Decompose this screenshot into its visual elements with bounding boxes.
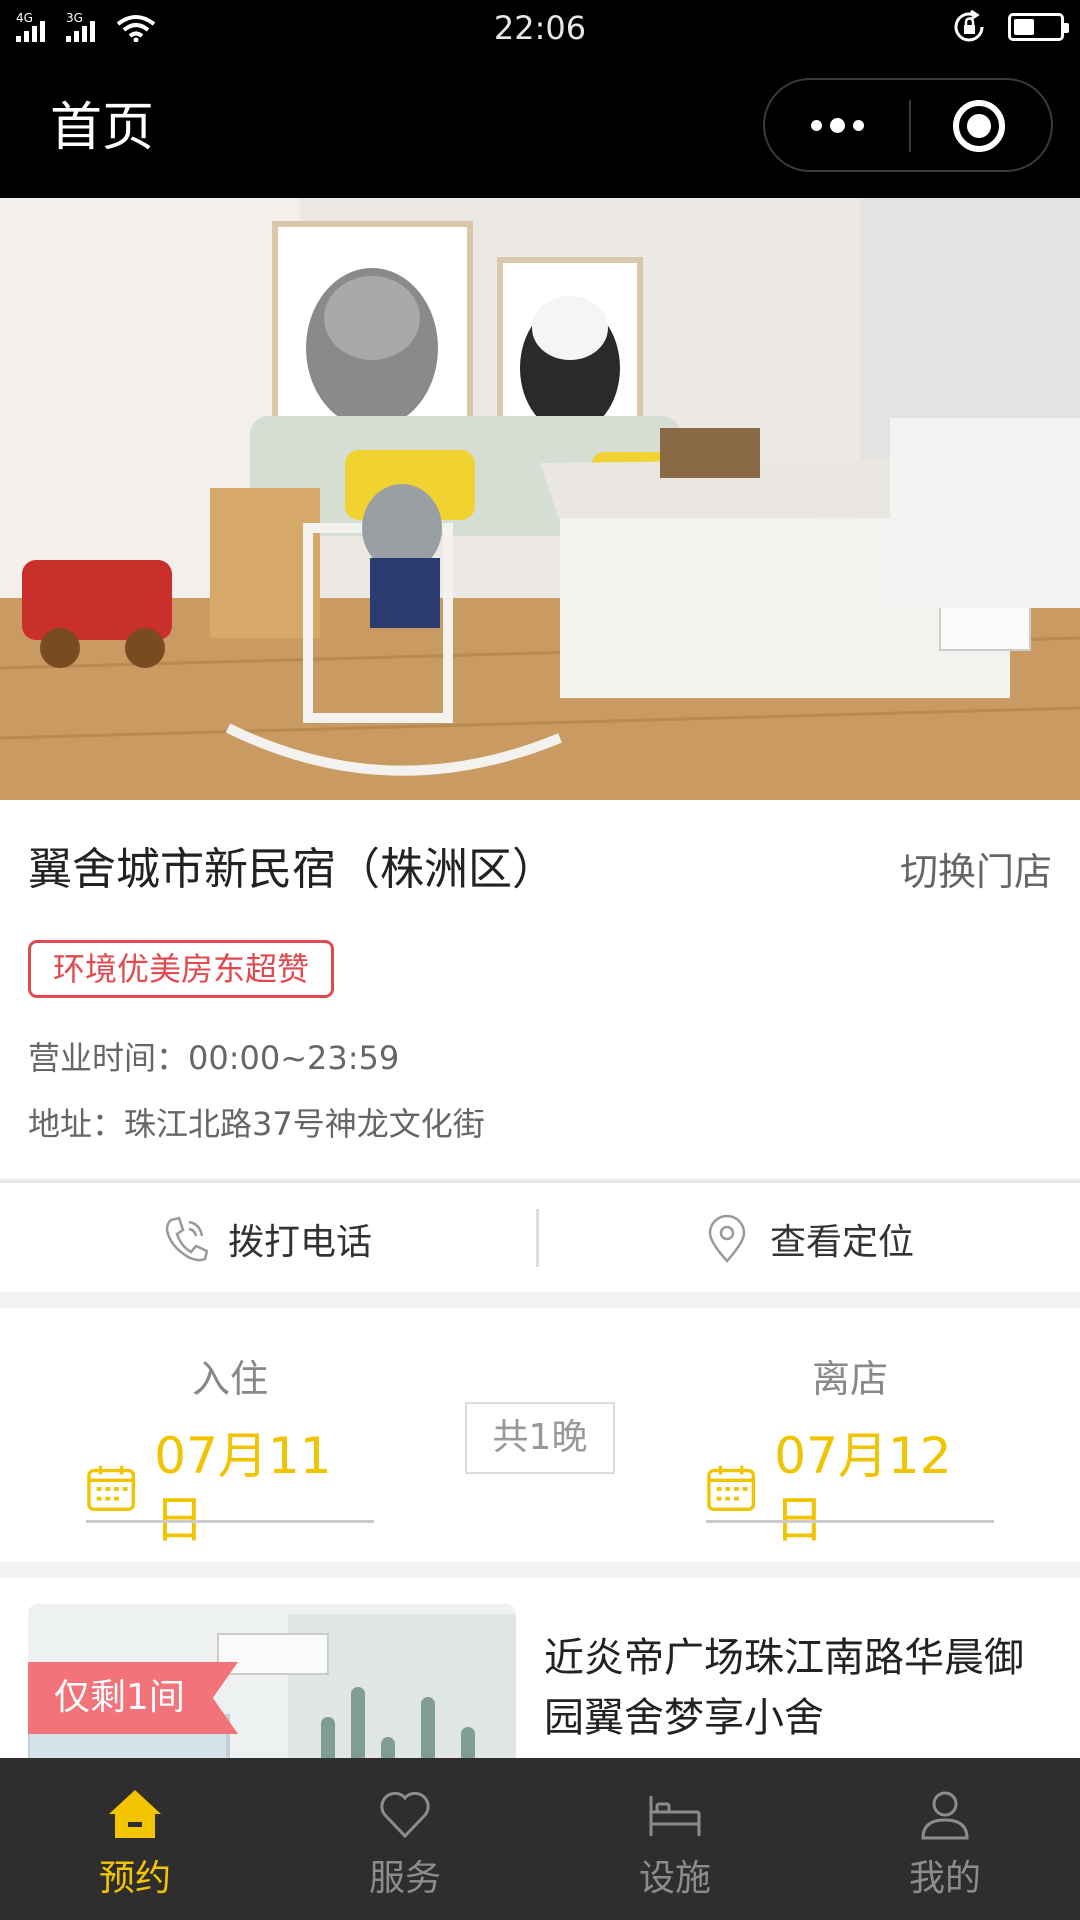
action-divider	[536, 1209, 539, 1267]
rooms-left-badge: 仅剩1间	[28, 1662, 238, 1734]
home-icon	[109, 1790, 161, 1838]
tab-label: 我的	[908, 1858, 981, 1899]
phone-icon	[165, 1216, 208, 1262]
location-pin-icon	[708, 1214, 746, 1263]
checkin-underline	[86, 1520, 374, 1523]
capsule-divider	[909, 100, 911, 152]
checkout-picker[interactable]: 离店 07月12日	[706, 1308, 994, 1562]
checkin-value: 07月11日	[86, 1424, 374, 1552]
shop-name: 翼舍城市新民宿（株洲区）	[28, 844, 556, 895]
heart-icon	[380, 1791, 430, 1839]
tab-profile[interactable]: 我的	[810, 1758, 1080, 1920]
view-location-button[interactable]: 查看定位	[704, 1183, 914, 1295]
shop-info: 翼舍城市新民宿（株洲区） 切换门店 环境优美房东超赞 营业时间：00:00~23…	[0, 800, 1080, 1178]
shop-address: 地址：珠江北路37号神龙文化街	[28, 1105, 485, 1143]
tab-service[interactable]: 服务	[270, 1758, 540, 1920]
app-screen: 4G 3G 22:06 首页 翼舍城市新民宿（株洲区） 切换门店 环境优美房东超…	[0, 0, 1080, 1920]
call-button[interactable]: 拨打电话	[162, 1183, 372, 1295]
tab-booking[interactable]: 预约	[0, 1758, 270, 1920]
checkin-label: 入住	[191, 1357, 268, 1401]
banner-carousel[interactable]	[0, 198, 1080, 800]
miniprogram-capsule	[763, 78, 1053, 172]
checkout-label: 离店	[811, 1357, 888, 1401]
tab-bar: 预约 服务 设施 我的	[0, 1758, 1080, 1920]
status-time: 22:06	[493, 9, 587, 47]
checkin-date: 07月11日	[154, 1427, 332, 1549]
bed-icon	[649, 1796, 701, 1836]
status-right	[952, 10, 1069, 44]
checkout-underline	[706, 1520, 994, 1523]
tab-label: 设施	[638, 1858, 711, 1899]
date-selector: 入住 07月11日 共1晚 离店 07月12日	[0, 1308, 1080, 1562]
calendar-icon	[87, 1465, 136, 1511]
close-miniprogram-button[interactable]	[953, 100, 1005, 152]
banner-photo	[0, 198, 1080, 800]
location-label: 查看定位	[770, 1222, 915, 1263]
rotation-lock-icon	[954, 10, 984, 42]
tab-label: 预约	[98, 1858, 171, 1899]
tab-label: 服务	[368, 1858, 441, 1899]
call-label: 拨打电话	[228, 1222, 373, 1263]
page-title: 首页	[50, 98, 155, 158]
room-title: 近炎帝广场珠江南路华晨御园翼舍梦享小舍	[544, 1635, 1024, 1741]
shop-tag: 环境优美房东超赞	[28, 940, 335, 998]
switch-store-button[interactable]: 切换门店	[900, 844, 1052, 900]
checkout-date: 07月12日	[774, 1427, 952, 1549]
nights-count: 共1晚	[465, 1402, 615, 1474]
more-menu-button[interactable]	[765, 80, 909, 170]
tab-facilities[interactable]: 设施	[540, 1758, 810, 1920]
user-icon	[921, 1791, 969, 1840]
action-bar: 拨打电话 查看定位	[0, 1180, 1080, 1292]
checkin-picker[interactable]: 入住 07月11日	[86, 1308, 374, 1562]
status-bar: 4G 3G 22:06	[0, 0, 1080, 58]
checkout-value: 07月12日	[706, 1424, 994, 1552]
nav-bar: 首页	[0, 58, 1080, 198]
business-hours: 营业时间：00:00~23:59	[28, 1039, 400, 1077]
calendar-icon	[707, 1465, 756, 1511]
battery-icon	[1008, 13, 1069, 41]
room-card[interactable]: 仅剩1间 近炎帝广场珠江南路华晨御园翼舍梦享小舍	[0, 1578, 1080, 1788]
